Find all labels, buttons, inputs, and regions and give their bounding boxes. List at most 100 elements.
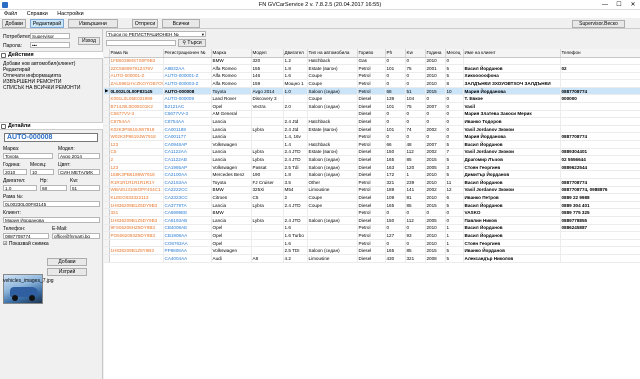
table-cell — [109, 254, 164, 263]
table-cell: 0887708774, 0988876 — [560, 186, 640, 195]
table-cell: CA4004AA — [163, 254, 212, 263]
table-row[interactable]: ZAL5981HV.ZKOYOB7OV AUTO-000003-Z Alfa Rom… — [104, 79, 640, 88]
column-header[interactable]: Тип на автомобила — [307, 49, 358, 58]
table-cell: 0 — [445, 132, 464, 142]
table-cell: 2.4 Jtd — [283, 117, 308, 126]
add-button[interactable]: Добави — [2, 19, 26, 28]
table-cell: Александър Николов — [463, 254, 561, 263]
table-cell: 163 — [385, 163, 406, 172]
table-cell — [307, 132, 358, 142]
column-header[interactable]: Модел — [251, 49, 284, 58]
table-row[interactable]: C5677VV-3 C5677VV-3 AM General Diesel 0 0 0 0 Ма… — [104, 110, 640, 119]
table-cell: Petrol — [357, 239, 386, 248]
kw-field[interactable]: 51 — [70, 185, 100, 191]
delete-photo-button[interactable]: Изтрий — [47, 268, 87, 276]
completed-repairs-button[interactable]: Извършени ремонти — [68, 19, 118, 35]
column-header[interactable]: Имe на клиент — [463, 49, 561, 58]
print-button[interactable]: Отпреси — [132, 19, 158, 28]
table-row[interactable]: W02K3P8619JW7918 CA001177 Lancia 1.4, 16v Pe… — [104, 132, 640, 142]
column-header[interactable]: Телефон — [560, 49, 640, 58]
row-selector: ▶ — [104, 87, 110, 96]
password-field[interactable]: ••• — [30, 42, 70, 48]
table-row[interactable]: 321 CA6999EE BMW Petrol 0 0 0 0 VASKO 0889 775 32… — [104, 208, 640, 217]
search-type-dropdown[interactable]: Търси по РЕГИСТРАЦИОНЕН № ▾ — [106, 31, 206, 37]
table-cell: 1FB6039MS7S0F9B3 — [109, 57, 164, 66]
table-cell: 321 — [385, 178, 406, 187]
table-cell: 0 — [405, 117, 426, 126]
menu-file[interactable]: Файл — [0, 10, 21, 18]
table-row[interactable]: 158K3PB6198W7918 CA2100AA Mercedes Benz 190… — [104, 170, 640, 179]
table-row[interactable]: K02K3P8619JW7918 CA001188 Lancia Lybra 2.4 J… — [104, 125, 640, 134]
client-field[interactable]: Мария Йорданова — [3, 217, 100, 223]
table-row[interactable]: C5 CA1122AA Lancia Lybra 2.4 JTD Estate (ваго… — [104, 148, 640, 157]
column-header[interactable]: Година — [425, 49, 446, 58]
table-cell: VASKO — [463, 208, 561, 217]
edit-button[interactable]: Редактирай — [30, 19, 64, 28]
vin-field[interactable]: 0L00230L00F83145 — [3, 201, 100, 207]
phone-field[interactable]: 0887708774 — [3, 233, 49, 239]
table-cell: 75 — [405, 64, 426, 73]
close-button[interactable]: ✕ — [626, 0, 640, 10]
hp-field[interactable]: 68 — [40, 185, 67, 191]
show-photo-checkbox[interactable]: ☑ Показвай снимка — [3, 241, 49, 247]
column-header[interactable]: Месец — [445, 49, 464, 58]
table-cell: 190 — [251, 170, 284, 179]
month-field[interactable]: 10 — [30, 169, 54, 175]
model-field[interactable]: Avgo 2014 — [58, 153, 100, 159]
minimize-button[interactable]: — — [598, 0, 612, 10]
table-row[interactable]: 123 CA0948AP Volkswagen 1.4 Hatchback Petrol 6… — [104, 140, 640, 149]
table-cell: 85 — [405, 246, 426, 255]
table-row[interactable]: AUTO-000001-Z AUTO-000001-Z Alfa Romeo 146 1… — [104, 72, 640, 81]
table-row[interactable]: 2ZC56699791Z476V A9B32AA Alfa Romeo 155 1.8 E… — [104, 64, 640, 73]
column-header[interactable]: Двигател — [283, 49, 308, 58]
table-cell — [251, 132, 284, 142]
search-input[interactable] — [106, 40, 176, 46]
table-row[interactable]: C8754AA C8754AA Lancia 2.4 Jtd Hatchback Dies… — [104, 117, 640, 126]
menu-settings[interactable]: Настройки — [53, 10, 87, 18]
all-repairs-button[interactable]: Всички ремонти — [162, 19, 200, 35]
table-row[interactable]: CA4004AA Audi A8 4.2 Limousine Diesel 430 321 20… — [104, 254, 640, 263]
column-header[interactable]: Ph — [385, 49, 406, 58]
table-cell: 0886245887 — [560, 224, 640, 233]
table-row[interactable]: 123 CA1985AP Volkswagen Passat 2.5 Tdi Saloon… — [104, 163, 640, 172]
table-row[interactable]: KLEEG933322113 CA2323CC Citroen C5 2 Coupe Die… — [104, 193, 640, 202]
action-all-repairs[interactable]: СПИСЪК НА ВСИЧКИ РЕМОНТИ — [3, 85, 101, 91]
table-row[interactable]: 1FB6039MS7S0F9B3 BMW 320 1.2 Hatchback Gas 0 0 2… — [104, 57, 640, 66]
search-button[interactable]: ⚲ Търси — [178, 39, 206, 47]
table-row[interactable]: 1H836209B1Z5DY9B3 CA8193AB Lancia Lybra 2.4 … — [104, 216, 640, 225]
user-field[interactable]: Supervisor — [30, 33, 70, 39]
table-row[interactable]: 1H836209B1Z8Y9B3 PP8808AA Volkswagen 2.5 TD… — [104, 246, 640, 255]
column-header[interactable]: Гориво — [357, 49, 386, 58]
table-row[interactable]: CO8763AA Opel 1.6 Petrol 0 0 2010 1 Стоян Георги… — [104, 239, 640, 248]
table-row[interactable]: ▶ 0L002L0L00F83145 AUTO-000008 Toyota Avgo 2… — [104, 87, 640, 96]
year-field[interactable]: 2010 — [3, 169, 27, 175]
table-cell: 0 — [445, 110, 464, 119]
column-header[interactable]: Марка — [211, 49, 252, 58]
table-row[interactable]: 1H836209B1Z5DY9B3 CA3779TA Lancia Lybra 2.4 … — [104, 201, 640, 210]
filter-bar: Търси по РЕГИСТРАЦИОНЕН № ▾ ⚲ Търси — [104, 29, 640, 49]
engine-field[interactable]: 1.0 — [3, 185, 37, 191]
table-cell: 1.6 — [283, 239, 308, 248]
menu-reports[interactable]: Справки — [23, 10, 52, 18]
table-cell: Coupe — [307, 72, 358, 81]
table-cell: ЗАЛДЪНКИ ЗХОУОВТХОЧ ЗАЛДЪНКИ — [463, 79, 561, 88]
table-row[interactable]: 9FS06208HZ5DY9B3 CB4008AE Opel 1.6 Petrol 0 0 2… — [104, 224, 640, 233]
supervisor-button[interactable]: Supervisor.Веско — [572, 20, 625, 28]
column-header[interactable]: Рама № — [109, 49, 164, 58]
table-cell: Hatchback — [307, 57, 358, 66]
make-field[interactable]: Toyota — [3, 153, 53, 159]
table-row[interactable]: B714J9L0D09101K2 B2121AC Opel Vectra 2.0 Salo… — [104, 102, 640, 111]
table-row[interactable]: PO5062093Z5DY9B3 CB1908AA Opel 1.6 Turbo Pet… — [104, 231, 640, 240]
email-field[interactable]: office@fnmarti.bg — [52, 233, 100, 239]
details-header: Детайли — [0, 122, 103, 130]
table-row[interactable]: 2 CA1122AB Lancia Lybra 2.4 JTD Saloon (седан… — [104, 155, 640, 164]
exit-button[interactable]: Изход — [78, 37, 100, 45]
table-row[interactable]: WBAEU3106OPF404C1 CA2222CC BMW 325Xi M54 Limo… — [104, 186, 640, 195]
table-row[interactable]: R1R1R1R1R1R1R1Y CA2153AA Toyota FJ Cruiser 3… — [104, 178, 640, 187]
add-photo-button[interactable]: Добави — [47, 258, 87, 266]
column-header[interactable]: Kw — [405, 49, 426, 58]
color-field[interactable]: СИН МЕТАЛИК — [58, 169, 100, 175]
table-row[interactable]: K091L0L06E031999 AUTO-000009 Land Rover Dis… — [104, 94, 640, 104]
column-header[interactable]: Регистрационен № — [163, 49, 212, 58]
maximize-button[interactable]: ☐ — [612, 0, 626, 10]
